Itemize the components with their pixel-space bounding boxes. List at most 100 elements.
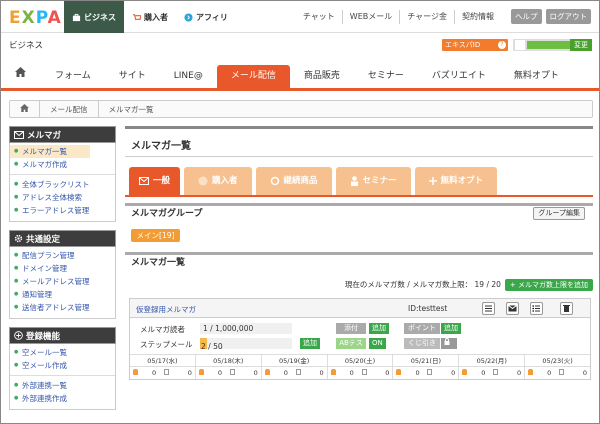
lock-icon (444, 338, 450, 345)
day-header: 05/21(日) (393, 355, 460, 366)
top-header: EXPA ビジネス 購入者 アフィリ チャット WEBメール チャージ金 契約情… (1, 1, 599, 33)
day-header: 05/20(土) (328, 355, 394, 366)
tab-free-opt[interactable]: 無料オプト (414, 167, 498, 195)
nav-buzzriate[interactable]: バズリエイト (418, 65, 500, 88)
cart-icon (198, 176, 208, 186)
lottery-lock-button[interactable] (441, 338, 457, 349)
day-stat: 00 (130, 367, 196, 379)
nav-product-sales[interactable]: 商品販売 (290, 65, 354, 88)
step-label: ステップメール (140, 340, 193, 349)
day-header: 05/22(月) (459, 355, 526, 366)
sidebar-item-notification[interactable]: 通知管理 (10, 288, 115, 301)
home-icon[interactable] (15, 67, 26, 77)
nav-form[interactable]: フォーム (41, 65, 105, 88)
briefcase-icon (72, 13, 81, 21)
day-stat: 00 (196, 367, 262, 379)
sidebar-item-address-search[interactable]: アドレス全体検索 (10, 191, 115, 204)
step-value: 2 / 50 (200, 338, 292, 351)
lottery-label: くじ引き (404, 338, 440, 349)
sidebar-item-external-create[interactable]: 外部連携作成 (10, 392, 115, 405)
bullet-list-icon (532, 305, 540, 312)
sidebar-item-empty-mail-create[interactable]: 空メール作成 (10, 359, 115, 372)
logo[interactable]: EXPA (9, 8, 62, 28)
nav-mail-delivery[interactable]: メール配信 (216, 65, 290, 88)
plus-circle-icon (14, 331, 23, 340)
day-stat: 00 (262, 367, 328, 379)
nav-free-opt[interactable]: 無料オプト (500, 65, 573, 88)
delivery-days: 05/17(水) 05/18(木) 05/19(金) 05/20(土) 05/2… (130, 355, 590, 367)
page-section-title: ビジネス (9, 41, 44, 51)
day-stat: 00 (459, 367, 526, 379)
sub-header: ビジネス エキスパID ? 変更 (1, 33, 599, 55)
top-nav: ビジネス 購入者 アフィリ (64, 1, 236, 33)
help-button[interactable]: ヘルプ (511, 9, 542, 24)
mail-button[interactable] (506, 302, 519, 315)
breadcrumb-mail[interactable]: メール配信 (40, 104, 98, 115)
nav-site[interactable]: サイト (105, 65, 160, 88)
nav-line[interactable]: LINE@ (160, 65, 217, 88)
add-limit-button[interactable]: + メルマガ数上限を追加 (504, 279, 593, 291)
tab-general[interactable]: 一般 (129, 167, 181, 195)
sidebar-item-external-list[interactable]: 外部連携一覧 (10, 379, 115, 392)
detail-list-button[interactable] (530, 302, 543, 315)
sidebar-item-error-address[interactable]: エラーアドレス管理 (10, 204, 115, 217)
group-edit-button[interactable]: グループ編集 (533, 207, 585, 220)
tab-buyer-mail[interactable]: 購入者 (184, 167, 252, 195)
expa-id-badge[interactable]: エキスパID ? (442, 39, 508, 51)
main-group-button[interactable]: メイン[19] (131, 229, 180, 242)
point-add-button[interactable]: 追加 (441, 323, 461, 334)
attach-add-button[interactable]: 追加 (369, 323, 389, 334)
tab-continuous[interactable]: 継続商品 (255, 167, 332, 195)
nav-seminar[interactable]: セミナー (354, 65, 418, 88)
link-chat[interactable]: チャット (296, 10, 342, 24)
mailmag-tabs: 一般 購入者 継続商品 セミナー 無料オプト (125, 167, 593, 197)
delete-button[interactable] (560, 302, 573, 315)
person-icon (396, 369, 402, 375)
step-add-button[interactable]: 追加 (300, 338, 320, 349)
top-links: チャット WEBメール チャージ金 契約情報 ヘルプ ログアウト (296, 9, 591, 24)
day-header: 05/19(金) (262, 355, 328, 366)
day-header: 05/18(木) (196, 355, 262, 366)
gear-icon (14, 234, 23, 243)
sidebar-head-register: 登録機能 (9, 327, 116, 344)
change-user-button[interactable]: 変更 (570, 39, 592, 51)
day-stat: 00 (525, 367, 590, 379)
readers-label: メルマガ読者 (140, 325, 185, 334)
page-title: メルマガ一覧 (125, 126, 593, 157)
envelope-icon (139, 177, 149, 185)
link-webmail[interactable]: WEBメール (341, 9, 399, 24)
avatar (515, 40, 525, 50)
link-charge[interactable]: チャージ金 (399, 9, 454, 24)
tab-business[interactable]: ビジネス (64, 1, 124, 33)
tab-affiliate[interactable]: アフィリ (176, 1, 236, 33)
sidebar-item-domain[interactable]: ドメイン管理 (10, 262, 115, 275)
user-name (527, 41, 571, 49)
mailmag-name[interactable]: 仮登録用メルマガ (136, 304, 196, 315)
sidebar-item-sender-address[interactable]: 送信者アドレス管理 (10, 301, 115, 314)
trash-icon (559, 369, 565, 375)
link-contract[interactable]: 契約情報 (454, 9, 501, 24)
plus-icon: + (509, 281, 518, 289)
tab-buyer[interactable]: 購入者 (124, 1, 176, 33)
readers-value: 1 / 1,000,000 (200, 323, 292, 334)
tab-seminar[interactable]: セミナー (335, 167, 411, 195)
sidebar-item-empty-mail-list[interactable]: 空メール一覧 (10, 346, 115, 359)
sidebar-item-mail-address[interactable]: メールアドレス管理 (10, 275, 115, 288)
sidebar-item-plan[interactable]: 配信プラン管理 (10, 249, 115, 262)
main-nav: フォーム サイト LINE@ メール配信 商品販売 セミナー バズリエイト 無料… (1, 55, 599, 91)
logout-button[interactable]: ログアウト (545, 9, 591, 24)
day-stats-row: 00 00 00 00 00 00 00 (130, 367, 590, 379)
list-view-button[interactable] (482, 302, 495, 315)
sidebar-item-blacklist[interactable]: 全体ブラックリスト (10, 178, 115, 191)
person-icon (330, 369, 336, 375)
help-icon[interactable]: ? (498, 41, 506, 49)
main-content: メルマガ一覧 一般 購入者 継続商品 セミナー 無料オプト メルマガグループ グ… (125, 126, 593, 380)
sidebar: メルマガ メルマガ一覧 メルマガ作成 全体ブラックリスト アドレス全体検索 エラ… (9, 126, 116, 410)
point-label: ポイント (404, 323, 440, 334)
attach-label: 添付 (336, 323, 366, 334)
breadcrumb-home[interactable] (10, 104, 39, 114)
ab-test-on-toggle[interactable]: ON (369, 338, 386, 349)
trash-icon (164, 369, 169, 375)
sidebar-item-mailmag-list[interactable]: メルマガ一覧 (10, 145, 90, 158)
sidebar-item-mailmag-create[interactable]: メルマガ作成 (10, 158, 115, 171)
